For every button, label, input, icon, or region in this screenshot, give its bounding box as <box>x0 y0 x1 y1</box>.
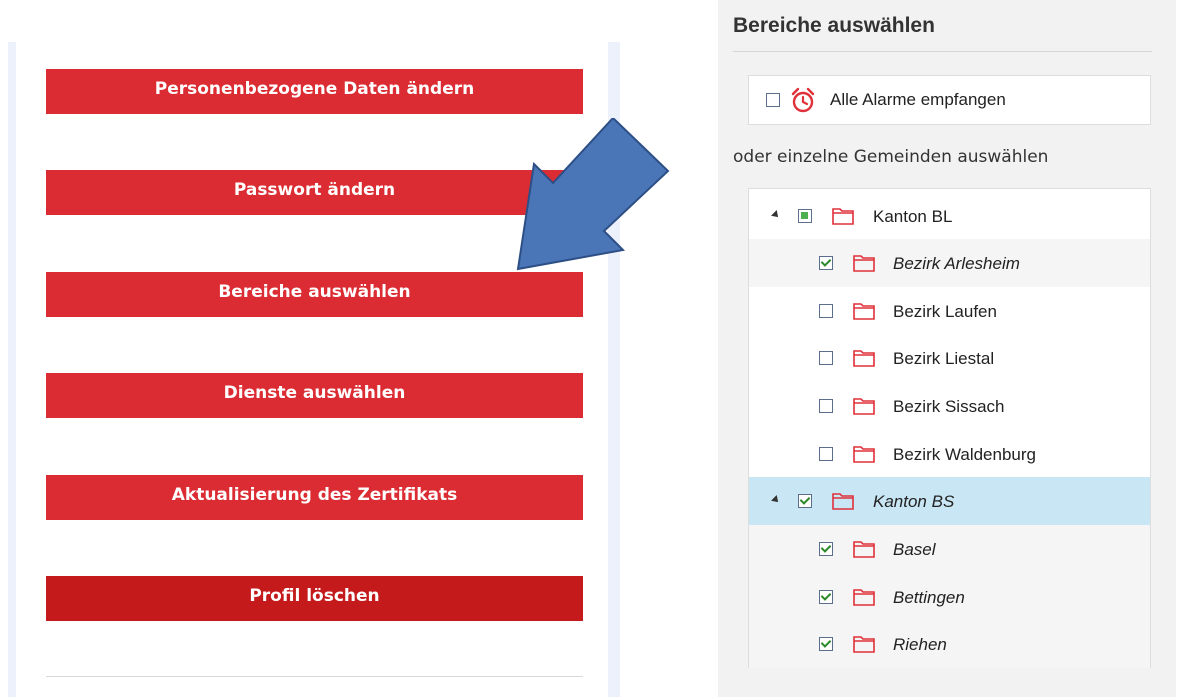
tree-node-basel[interactable]: Basel <box>749 525 1150 573</box>
panel-title: Bereiche auswählen <box>733 14 935 37</box>
folder-icon <box>853 255 875 272</box>
folder-icon <box>853 350 875 367</box>
folder-icon <box>832 493 854 510</box>
folder-icon <box>853 541 875 558</box>
tree-node-bezirk-waldenburg[interactable]: Bezirk Waldenburg <box>749 430 1150 478</box>
all-alarms-label: Alle Alarme empfangen <box>830 90 1006 109</box>
folder-icon <box>853 303 875 320</box>
tree-node-bezirk-sissach[interactable]: Bezirk Sissach <box>749 382 1150 430</box>
tree-node-label: Kanton BS <box>873 492 955 511</box>
tree-node-bettingen[interactable]: Bettingen <box>749 573 1150 621</box>
delete-profile-button[interactable]: Profil löschen <box>46 576 583 621</box>
folder-icon <box>853 446 875 463</box>
divider <box>733 51 1152 52</box>
tree-node-label: Bezirk Arlesheim <box>893 254 1020 273</box>
tree-node-bezirk-arlesheim[interactable]: Bezirk Arlesheim <box>749 239 1150 287</box>
all-alarms-checkbox[interactable] <box>766 93 780 107</box>
tree-node-bezirk-liestal[interactable]: Bezirk Liestal <box>749 334 1150 382</box>
tree-node-riehen[interactable]: Riehen <box>749 620 1150 668</box>
tree-node-label: Bettingen <box>893 588 965 607</box>
bezirk-laufen-checkbox[interactable] <box>819 304 833 318</box>
tree-node-bezirk-laufen[interactable]: Bezirk Laufen <box>749 287 1150 335</box>
divider <box>46 676 583 677</box>
pointing-arrow <box>516 118 670 271</box>
update-certificate-button[interactable]: Aktualisierung des Zertifikats <box>46 475 583 520</box>
tree-node-label: Bezirk Laufen <box>893 302 997 321</box>
tree-node-label: Bezirk Liestal <box>893 349 995 368</box>
kanton-bl-checkbox[interactable] <box>798 209 812 223</box>
folder-icon <box>853 398 875 415</box>
tree-node-kanton-bs[interactable]: Kanton BS <box>749 477 1150 525</box>
tree-node-label: Kanton BL <box>873 207 953 226</box>
tree-node-label: Basel <box>893 540 936 559</box>
expand-toggle-icon[interactable] <box>771 210 781 220</box>
all-alarms-row[interactable]: Alle Alarme empfangen <box>748 75 1151 125</box>
basel-checkbox[interactable] <box>819 542 833 556</box>
bezirk-sissach-checkbox[interactable] <box>819 399 833 413</box>
folder-icon <box>832 208 854 225</box>
tree-node-label: Bezirk Waldenburg <box>893 445 1036 464</box>
expand-toggle-icon[interactable] <box>771 495 781 505</box>
folder-icon <box>853 589 875 606</box>
instruction-text: oder einzelne Gemeinden auswählen <box>733 147 1049 167</box>
select-services-button[interactable]: Dienste auswählen <box>46 373 583 418</box>
bezirk-liestal-checkbox[interactable] <box>819 351 833 365</box>
tree-node-kanton-bl[interactable]: Kanton BL <box>749 192 1150 240</box>
tree-node-label: Bezirk Sissach <box>893 397 1005 416</box>
bezirk-arlesheim-checkbox[interactable] <box>819 256 833 270</box>
riehen-checkbox[interactable] <box>819 637 833 651</box>
edit-personal-data-button[interactable]: Personenbezogene Daten ändern <box>46 69 583 114</box>
bezirk-waldenburg-checkbox[interactable] <box>819 447 833 461</box>
change-password-button[interactable]: Passwort ändern <box>46 170 583 215</box>
select-areas-button[interactable]: Bereiche auswählen <box>46 272 583 317</box>
bettingen-checkbox[interactable] <box>819 590 833 604</box>
kanton-bs-checkbox[interactable] <box>798 494 812 508</box>
area-tree: Kanton BL Bezirk Arlesheim Bezirk Laufen… <box>748 188 1151 668</box>
alarm-clock-icon <box>791 87 815 113</box>
tree-node-label: Riehen <box>893 635 947 654</box>
folder-icon <box>853 636 875 653</box>
